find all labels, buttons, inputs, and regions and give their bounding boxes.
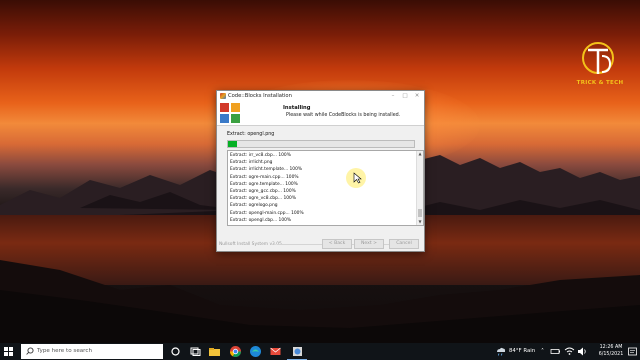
- log-line: Extract: opengl-main.cpp... 100%: [230, 210, 304, 216]
- log-line: Extract: irrlicht.template... 100%: [230, 167, 303, 173]
- log-line: Extract: ogre.template... 100%: [230, 181, 298, 187]
- wallpaper-foreground-hills: [0, 260, 640, 343]
- cancel-button[interactable]: Cancel: [389, 239, 419, 249]
- file-explorer-icon[interactable]: [208, 345, 221, 358]
- weather-rain-icon[interactable]: [494, 345, 507, 358]
- log-line: Extract: ogre-main.cpp... 100%: [230, 174, 299, 180]
- chrome-icon[interactable]: [229, 345, 242, 358]
- log-line: Extract: ogrelogo.png: [230, 203, 278, 209]
- windows-start-icon[interactable]: [4, 347, 13, 356]
- log-line: Extract: opengl.cbp... 100%: [230, 217, 292, 223]
- taskbar: Type here to search 84°F Rain ˄ 12:26 AM…: [0, 343, 640, 360]
- task-view-icon[interactable]: [189, 345, 202, 358]
- volume-icon[interactable]: [576, 345, 589, 358]
- edge-icon[interactable]: [249, 345, 262, 358]
- log-line: Extract: ogre_vc8.cbp... 100%: [230, 196, 297, 202]
- clock-date: 6/15/2021: [598, 352, 624, 357]
- next-button[interactable]: Next >: [354, 239, 384, 249]
- progress-fill: [228, 141, 238, 147]
- log-line: Extract: ogre_gcc.cbp... 100%: [230, 189, 296, 195]
- search-placeholder: Type here to search: [37, 348, 92, 354]
- scroll-up-icon[interactable]: ▲: [417, 151, 423, 157]
- header-subtitle: Please wait while CodeBlocks is being in…: [286, 113, 401, 118]
- installer-content: Extract: opengl.png Extract: irr_vc8.cbp…: [217, 126, 424, 236]
- clock-time: 12:26 AM: [599, 345, 623, 350]
- back-button[interactable]: < Back: [322, 239, 352, 249]
- weather-text[interactable]: 84°F Rain: [509, 343, 535, 360]
- window-titlebar[interactable]: Code::Blocks Installation – □ ✕: [217, 91, 424, 101]
- scroll-thumb[interactable]: [418, 209, 422, 217]
- notification-icon[interactable]: [627, 345, 638, 358]
- cortana-icon[interactable]: [169, 345, 182, 358]
- log-line: Extract: irr_vc8.cbp... 100%: [230, 153, 291, 158]
- nsis-footer-text: Nullsoft Install System v3.05: [219, 242, 282, 247]
- window-title: Code::Blocks Installation: [228, 93, 292, 99]
- mouse-cursor-icon: [353, 172, 362, 184]
- installer-header: Installing Please wait while CodeBlocks …: [217, 101, 424, 126]
- scroll-down-icon[interactable]: ▼: [417, 219, 423, 225]
- log-line: Extract: irrlicht.png: [230, 160, 273, 166]
- codeblocks-installer-icon[interactable]: [291, 345, 304, 358]
- search-icon: [26, 347, 34, 355]
- maximize-icon[interactable]: □: [399, 91, 411, 101]
- network-icon[interactable]: [563, 345, 576, 358]
- installer-window: Code::Blocks Installation – □ ✕ Installi…: [216, 90, 425, 252]
- install-progress-bar: [227, 140, 415, 148]
- watermark-text: TRICK & TECH: [576, 80, 624, 86]
- current-file-label: Extract: opengl.png: [227, 132, 275, 137]
- close-icon[interactable]: ✕: [411, 91, 423, 101]
- taskbar-search-box[interactable]: Type here to search: [21, 344, 163, 359]
- battery-icon[interactable]: [549, 345, 562, 358]
- codeblocks-app-icon: [220, 93, 226, 99]
- trick-tech-logo-icon: [582, 42, 614, 74]
- mail-icon[interactable]: [269, 345, 282, 358]
- minimize-icon[interactable]: –: [387, 91, 399, 101]
- install-log-list[interactable]: Extract: irr_vc8.cbp... 100% Extract: irr…: [227, 150, 424, 226]
- show-hidden-icons-icon[interactable]: ˄: [541, 343, 544, 360]
- codeblocks-logo-icon: [220, 103, 240, 123]
- log-scrollbar[interactable]: ▲ ▼: [416, 151, 423, 225]
- taskbar-clock[interactable]: 12:26 AM 6/15/2021: [592, 344, 630, 358]
- header-title: Installing: [283, 105, 311, 111]
